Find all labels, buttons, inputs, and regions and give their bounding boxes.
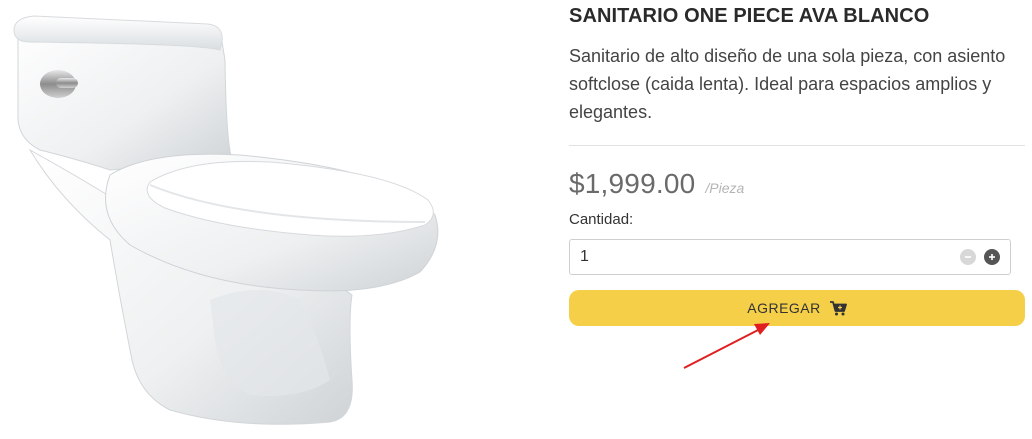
annotation-arrow-icon — [683, 323, 770, 369]
product-price: $1,999.00 — [569, 168, 696, 199]
price-row: $1,999.00 /Pieza — [569, 168, 744, 200]
quantity-label: Cantidad: — [569, 211, 634, 228]
product-description: Sanitario de alto diseño de una sola pie… — [569, 46, 1006, 122]
price-unit: /Pieza — [705, 180, 745, 196]
minus-icon[interactable] — [960, 249, 976, 265]
quantity-input[interactable] — [570, 242, 960, 272]
divider — [569, 145, 1025, 146]
product-title: SANITARIO ONE PIECE AVA BLANCO — [569, 5, 930, 27]
cart-icon — [829, 300, 847, 316]
add-to-cart-button[interactable]: AGREGAR — [569, 290, 1025, 326]
product-image — [0, 0, 540, 439]
add-to-cart-label: AGREGAR — [747, 300, 821, 316]
product-page: SANITARIO ONE PIECE AVA BLANCO Sanitario… — [0, 0, 1032, 439]
plus-icon[interactable] — [984, 249, 1000, 265]
quantity-stepper — [569, 239, 1011, 275]
